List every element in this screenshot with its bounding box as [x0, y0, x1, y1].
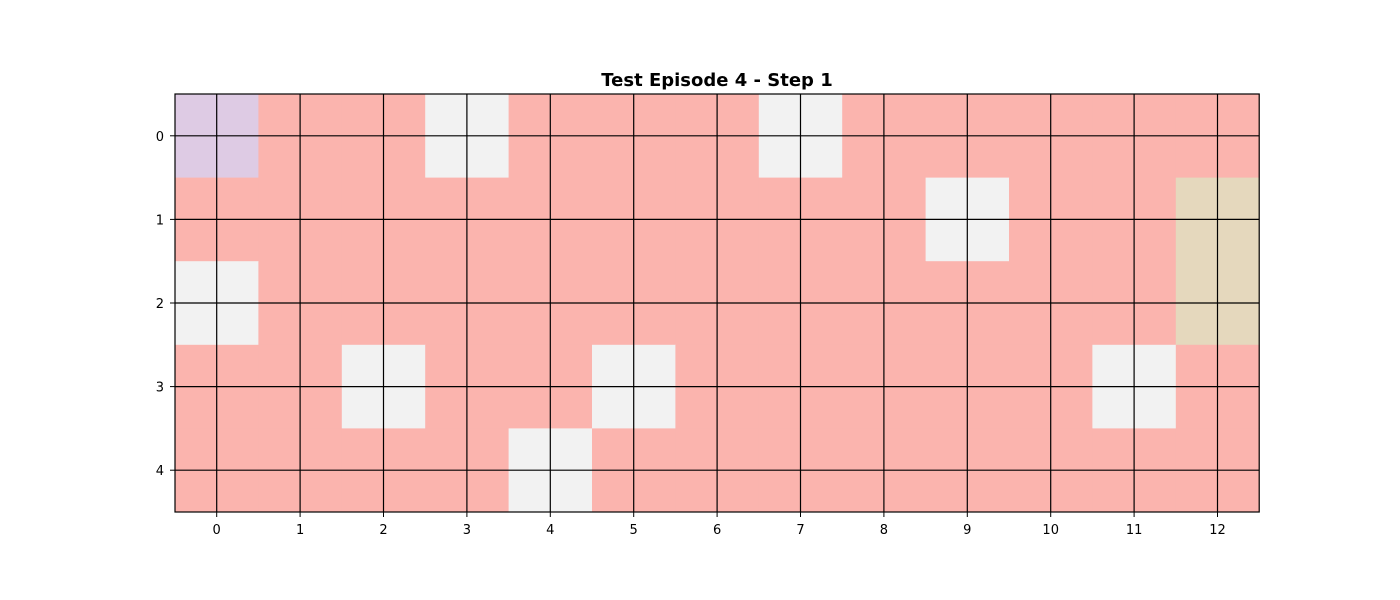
- x-tick-label: 5: [630, 523, 638, 538]
- x-tick-label: 2: [379, 523, 387, 538]
- x-tick-label: 3: [463, 523, 471, 538]
- y-tick-label: 4: [156, 464, 164, 479]
- x-tick-label: 6: [713, 523, 721, 538]
- x-tick-label: 4: [546, 523, 554, 538]
- x-tick-label: 0: [213, 523, 221, 538]
- y-tick-label: 0: [156, 130, 164, 145]
- x-tick-label: 7: [796, 523, 804, 538]
- y-tick-label: 2: [156, 297, 164, 312]
- y-tick-label: 1: [156, 213, 164, 228]
- x-tick-label: 9: [963, 523, 971, 538]
- x-tick-label: 12: [1209, 523, 1226, 538]
- y-tick-label: 3: [156, 381, 164, 396]
- figure: Test Episode 4 - Step 1 0 1 2 3 4 5 6 7 8 9 10 11 12…: [0, 0, 1400, 600]
- x-tick-label: 8: [880, 523, 888, 538]
- x-axis-ticks: 0 1 2 3 4 5 6 7 8 9 10 11 12: [213, 512, 1226, 538]
- grid-plot: Test Episode 4 - Step 1 0 1 2 3 4 5 6 7 8 9 10 11 12…: [156, 70, 1260, 538]
- x-tick-label: 1: [296, 523, 304, 538]
- y-axis-ticks: 0 1 2 3 4: [156, 130, 175, 479]
- x-tick-label: 10: [1042, 523, 1059, 538]
- plot-title: Test Episode 4 - Step 1: [601, 70, 832, 91]
- x-tick-label: 11: [1126, 523, 1143, 538]
